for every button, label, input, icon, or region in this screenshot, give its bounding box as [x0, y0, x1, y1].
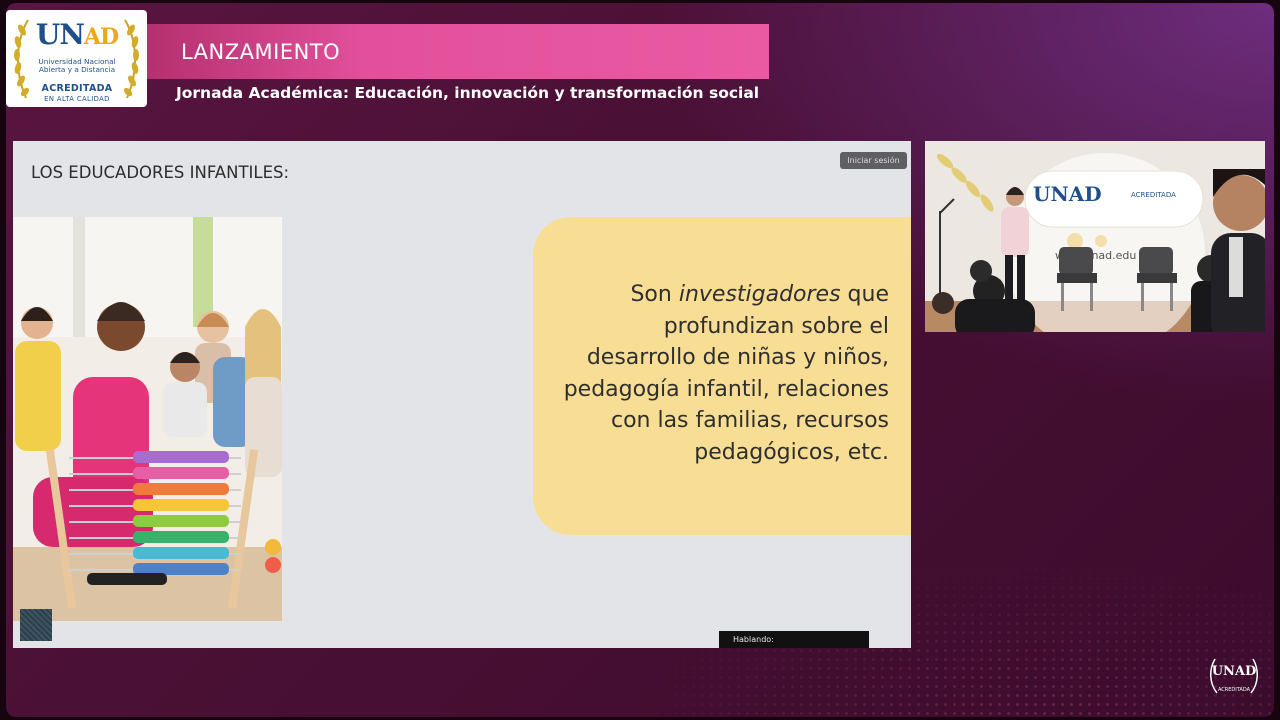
corner-unad-logo: UNAD ACREDITADA — [1207, 655, 1261, 697]
corner-logo-word: UNAD — [1212, 664, 1257, 679]
logo-quality: EN ALTA CALIDAD — [44, 95, 110, 103]
logo-accredited: ACREDITADA — [41, 83, 113, 94]
speaking-indicator: Hablando: — [719, 631, 869, 648]
speech-bubble: Son investigadores que profundizan sobre… — [533, 217, 911, 535]
unad-logo: UNAD Universidad Nacional Abierta y a Di… — [6, 10, 147, 107]
slide-heading: LOS EDUCADORES INFANTILES: — [31, 163, 290, 182]
corner-logo-acr: ACREDITADA — [1218, 687, 1251, 693]
logo-word-ad: AD — [83, 24, 119, 50]
presentation-slide: LOS EDUCADORES INFANTILES: Iniciar sesió… — [13, 141, 911, 648]
slide-thumbnail-icon — [20, 609, 52, 641]
bubble-text-emphasis: investigadores — [678, 282, 841, 307]
logo-word-un: UN — [35, 18, 85, 51]
event-subtitle: Jornada Académica: Educación, innovación… — [176, 84, 760, 102]
logo-university-name: Universidad Nacional Abierta y a Distanc… — [30, 58, 124, 74]
bubble-text: Son investigadores que profundizan sobre… — [549, 279, 889, 468]
audience-man-figure — [1211, 169, 1265, 332]
stream-stage: UNAD Universidad Nacional Abierta y a Di… — [6, 3, 1274, 717]
logo-line-2: Abierta y a Distancia — [38, 65, 116, 74]
bubble-text-post: que profundizan sobre el desarrollo de n… — [563, 282, 889, 465]
logo-wordmark: UNAD — [34, 18, 120, 51]
backdrop-logo-text: UNAD — [1033, 182, 1102, 206]
children-abacus-photo — [13, 217, 282, 621]
speaker-camera-feed: UNAD ACREDITADA www.unad.edu — [925, 141, 1265, 332]
backdrop-acr-text: ACREDITADA — [1131, 191, 1176, 199]
event-title: LANZAMIENTO — [181, 40, 341, 64]
signin-button[interactable]: Iniciar sesión — [840, 152, 907, 169]
bubble-text-pre: Son — [630, 282, 679, 307]
